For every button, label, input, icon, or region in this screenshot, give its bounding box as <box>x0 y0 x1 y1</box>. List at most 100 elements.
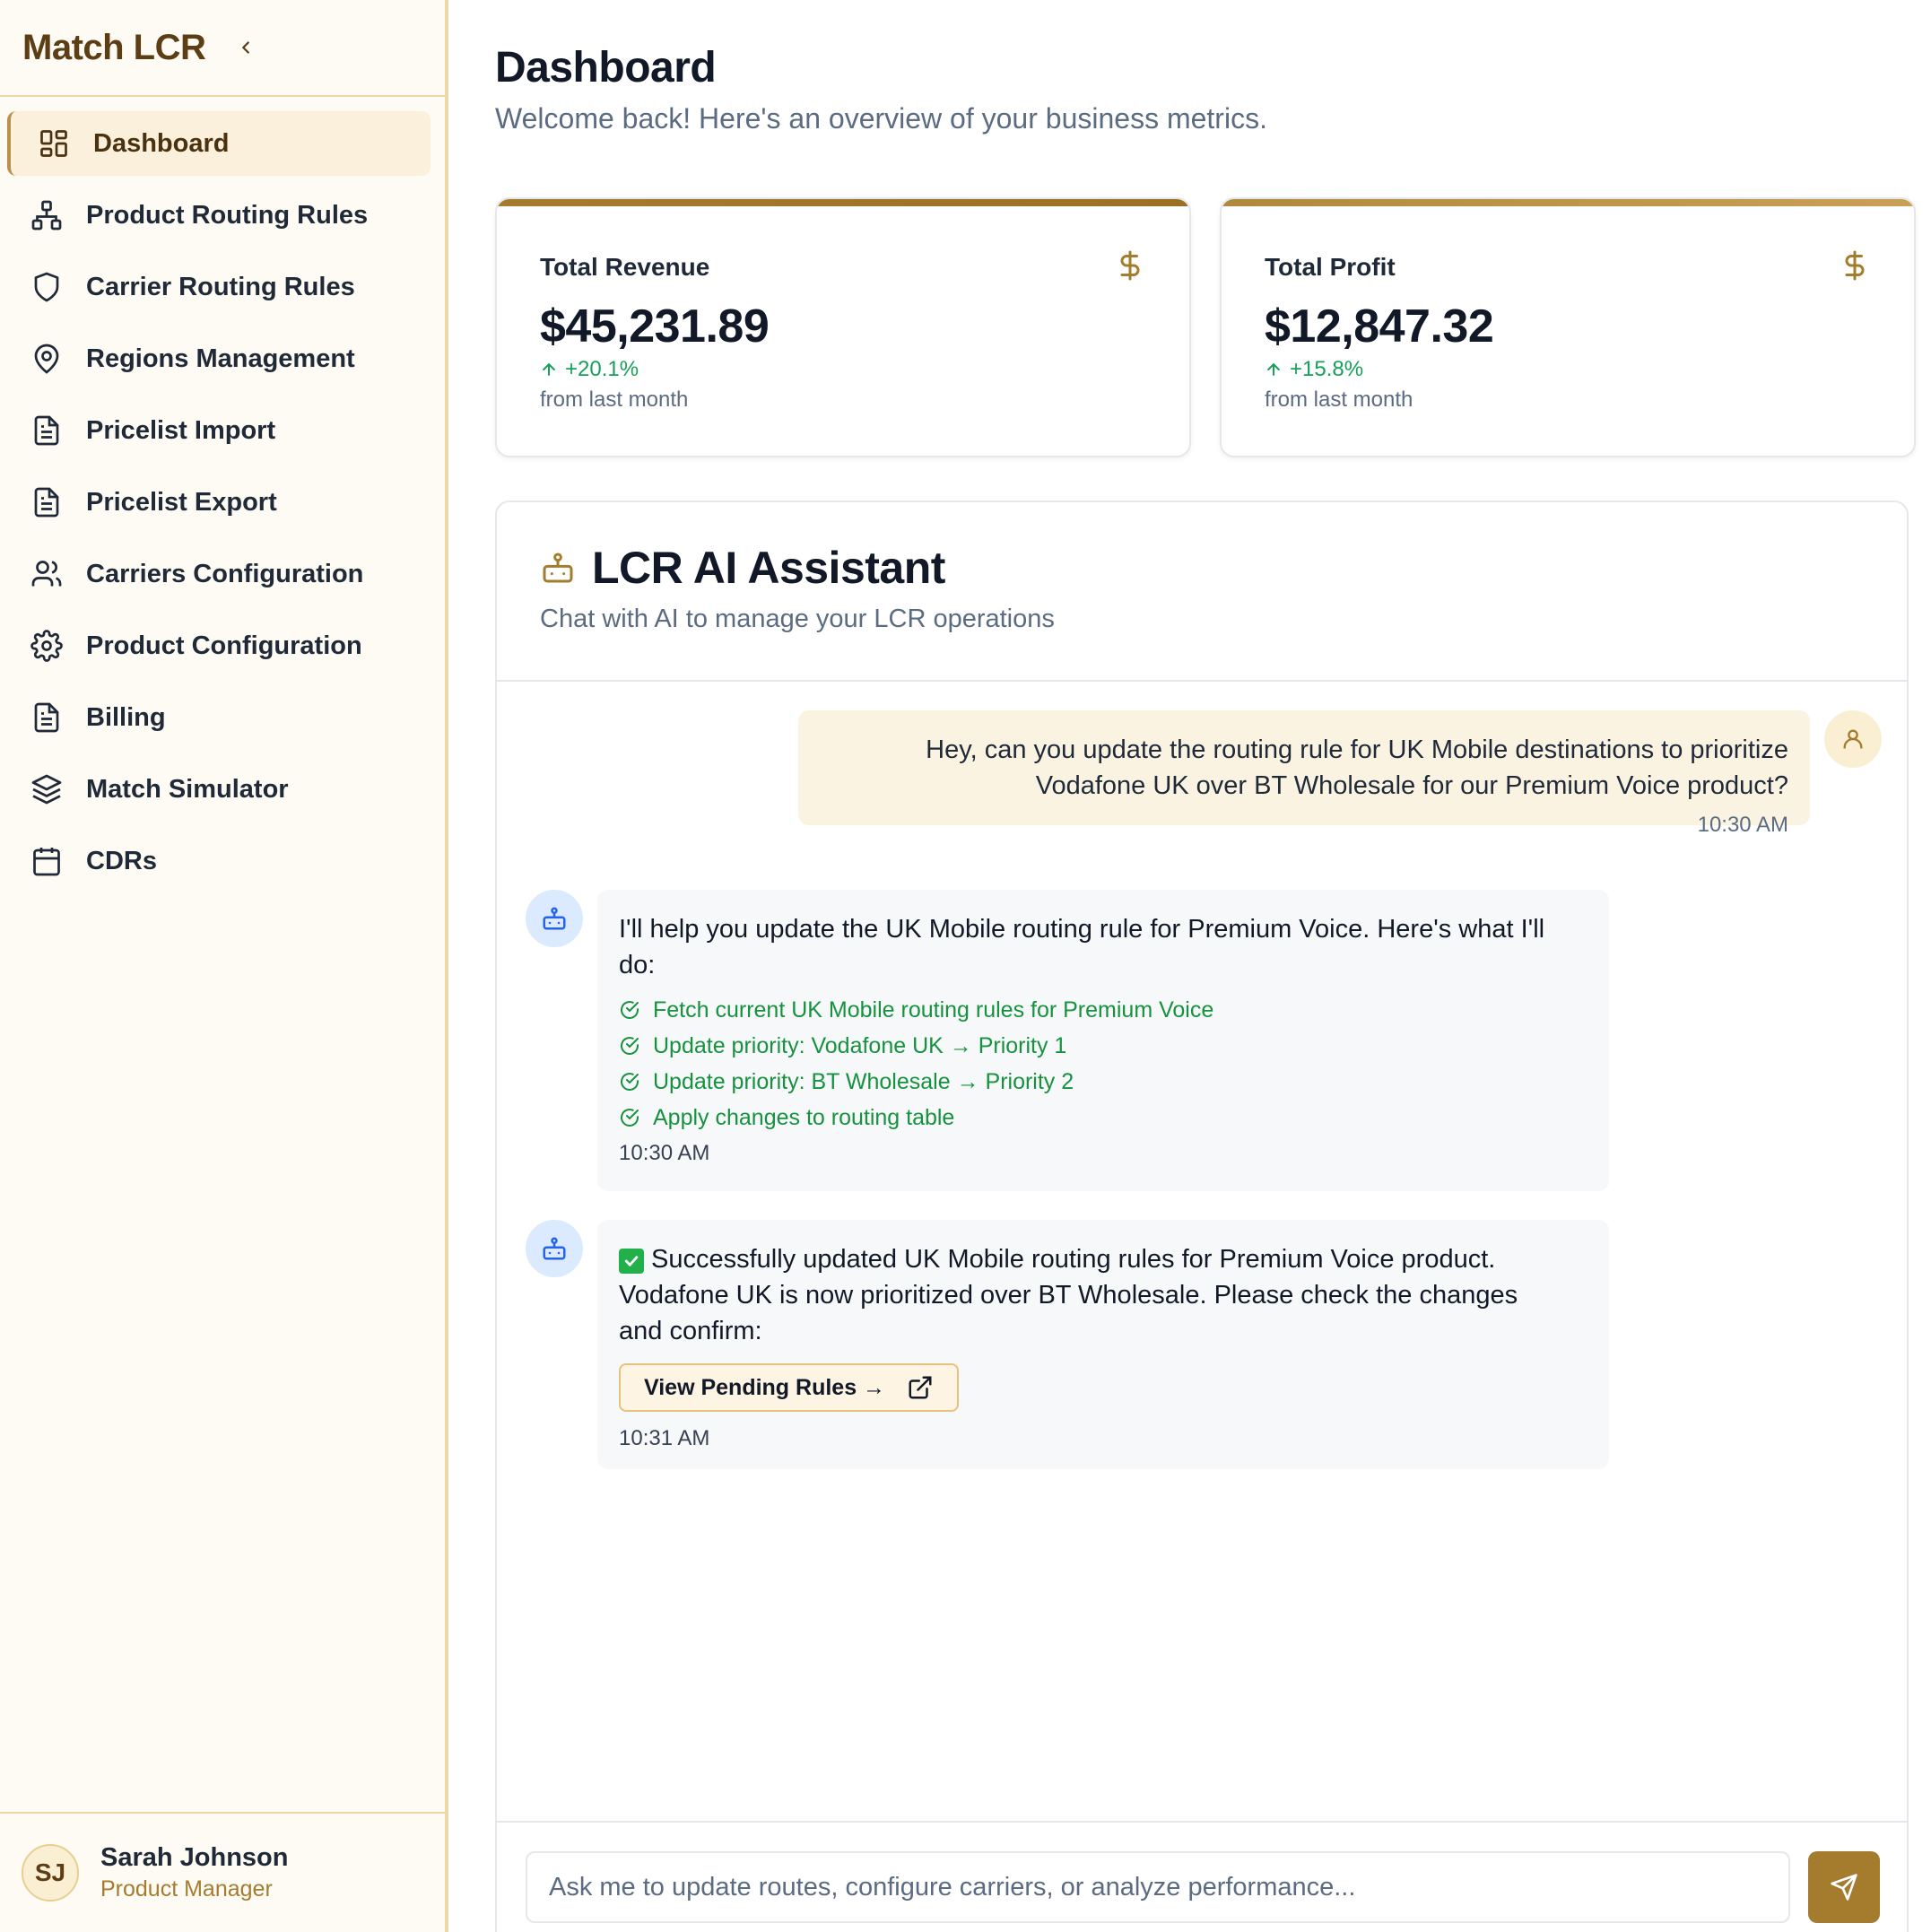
sidebar-item-pricelist-export[interactable]: Pricelist Export <box>7 470 431 535</box>
message-line: Successfully updated UK Mobile routing r… <box>619 1241 1587 1277</box>
check-circle-icon <box>621 1037 639 1055</box>
stat-change: +15.8% <box>1265 357 1363 382</box>
external-link-icon <box>909 1376 932 1399</box>
user-info: Sarah Johnson Product Manager <box>100 1843 289 1902</box>
message-line-text: Successfully updated UK Mobile routing r… <box>651 1245 1496 1274</box>
button-label: View Pending Rules → <box>644 1374 886 1400</box>
stat-change-value: +15.8% <box>1290 357 1364 381</box>
sidebar-item-regions-management[interactable]: Regions Management <box>7 326 431 391</box>
stat-value: $45,231.89 <box>540 300 770 352</box>
bot-icon <box>543 907 566 930</box>
sidebar: Match LCR Dashboard Product Routing Rule… <box>0 0 448 1932</box>
layers-icon <box>29 771 65 807</box>
user-avatar <box>1824 710 1882 768</box>
avatar: SJ <box>22 1844 79 1902</box>
stat-value: $12,847.32 <box>1265 300 1494 352</box>
stat-change: +20.1% <box>540 357 639 382</box>
message-time: 10:30 AM <box>619 1141 710 1165</box>
map-pin-icon <box>29 341 65 377</box>
view-pending-rules-button[interactable]: View Pending Rules → <box>619 1363 960 1412</box>
sidebar-item-label: Product Configuration <box>86 631 362 660</box>
sidebar-item-product-routing-rules[interactable]: Product Routing Rules <box>7 183 431 248</box>
action-step: Update priority: Vodafone UK → Priority … <box>619 1028 1587 1064</box>
check-circle-icon <box>621 1109 639 1127</box>
action-step: Fetch current UK Mobile routing rules fo… <box>619 992 1587 1028</box>
action-step-text: Fetch current UK Mobile routing rules fo… <box>653 996 1214 1023</box>
bot-message: Successfully updated UK Mobile routing r… <box>597 1220 1609 1469</box>
main-content: Dashboard Welcome back! Here's an overvi… <box>452 0 1931 1932</box>
arrow-up-icon <box>543 362 555 376</box>
action-steps: Fetch current UK Mobile routing rules fo… <box>619 992 1587 1136</box>
stat-note: from last month <box>1265 387 1413 412</box>
message-line: I'll help you update the UK Mobile routi… <box>619 915 1545 944</box>
action-step-text: Apply changes to routing table <box>653 1104 955 1130</box>
message-line: and confirm: <box>619 1317 762 1345</box>
sidebar-item-label: Dashboard <box>93 128 230 158</box>
dashboard-icon <box>36 126 72 161</box>
send-icon <box>1831 1874 1857 1901</box>
message-text: Successfully updated UK Mobile routing r… <box>619 1241 1587 1349</box>
sidebar-item-label: Pricelist Import <box>86 415 276 445</box>
network-icon <box>29 197 65 233</box>
chat-title: LCR AI Assistant <box>540 542 945 594</box>
sidebar-item-pricelist-import[interactable]: Pricelist Import <box>7 398 431 463</box>
file-text-icon <box>29 413 65 448</box>
sidebar-item-carriers-configuration[interactable]: Carriers Configuration <box>7 542 431 606</box>
collapse-sidebar-button[interactable] <box>232 34 259 61</box>
message-time: 10:30 AM <box>1697 813 1788 837</box>
stat-note: from last month <box>540 387 689 412</box>
file-text-icon <box>29 484 65 520</box>
sidebar-item-label: CDRs <box>86 846 157 875</box>
sidebar-item-match-simulator[interactable]: Match Simulator <box>7 757 431 822</box>
message-text: Hey, can you update the routing rule for… <box>820 732 1788 804</box>
chat-title-text: LCR AI Assistant <box>592 543 945 593</box>
check-mark-icon <box>619 1249 644 1274</box>
sidebar-nav: Dashboard Product Routing Rules Carrier … <box>0 97 445 893</box>
chat-input-bar <box>497 1821 1907 1932</box>
bot-icon <box>543 1237 566 1260</box>
chat-input[interactable] <box>526 1851 1790 1923</box>
file-text-icon <box>29 700 65 735</box>
brand-logo-text: Match LCR <box>22 27 206 67</box>
check-circle-icon <box>621 1073 639 1091</box>
shield-icon <box>29 269 65 305</box>
stat-change-value: +20.1% <box>565 357 639 381</box>
action-step-text: Update priority: BT Wholesale → Priority… <box>653 1068 1074 1094</box>
user-profile[interactable]: SJ Sarah Johnson Product Manager <box>0 1812 445 1932</box>
chat-subtitle: Chat with AI to manage your LCR operatio… <box>540 605 1055 633</box>
bot-message: I'll help you update the UK Mobile routi… <box>597 890 1609 1191</box>
message-line: do: <box>619 951 656 979</box>
message-line: Vodafone UK is now prioritized over BT W… <box>619 1281 1518 1310</box>
sidebar-item-carrier-routing-rules[interactable]: Carrier Routing Rules <box>7 255 431 319</box>
users-icon <box>29 556 65 592</box>
sidebar-item-label: Match Simulator <box>86 774 289 804</box>
user-icon <box>1843 729 1863 749</box>
sidebar-item-cdrs[interactable]: CDRs <box>7 829 431 893</box>
sidebar-item-label: Billing <box>86 702 166 732</box>
calendar-icon <box>29 843 65 879</box>
message-line: Vodafone UK over BT Wholesale for our Pr… <box>1035 771 1788 800</box>
stat-label: Total Revenue <box>540 253 710 281</box>
chevron-left-icon <box>242 41 250 54</box>
sidebar-item-label: Pricelist Export <box>86 487 277 517</box>
dollar-icon <box>1114 249 1146 282</box>
dollar-icon <box>1839 249 1871 282</box>
sidebar-header: Match LCR <box>0 0 445 97</box>
sidebar-item-dashboard[interactable]: Dashboard <box>7 111 431 176</box>
ai-assistant-chat: LCR AI Assistant Chat with AI to manage … <box>495 500 1909 1932</box>
gear-icon <box>29 628 65 664</box>
arrow-up-icon <box>1267 362 1280 376</box>
sidebar-item-label: Product Routing Rules <box>86 200 369 230</box>
sidebar-item-label: Carrier Routing Rules <box>86 272 355 301</box>
stat-label: Total Profit <box>1265 253 1396 281</box>
message-line: Hey, can you update the routing rule for… <box>926 735 1788 764</box>
sidebar-item-label: Carriers Configuration <box>86 559 364 588</box>
bot-icon <box>543 553 573 583</box>
total-profit-card: Total Profit $12,847.32 +15.8% from last… <box>1220 197 1916 457</box>
sidebar-item-product-configuration[interactable]: Product Configuration <box>7 614 431 678</box>
action-step-text: Update priority: Vodafone UK → Priority … <box>653 1032 1067 1058</box>
sidebar-item-billing[interactable]: Billing <box>7 685 431 750</box>
user-name: Sarah Johnson <box>100 1843 289 1872</box>
send-button[interactable] <box>1808 1851 1880 1923</box>
action-step: Update priority: BT Wholesale → Priority… <box>619 1064 1587 1100</box>
